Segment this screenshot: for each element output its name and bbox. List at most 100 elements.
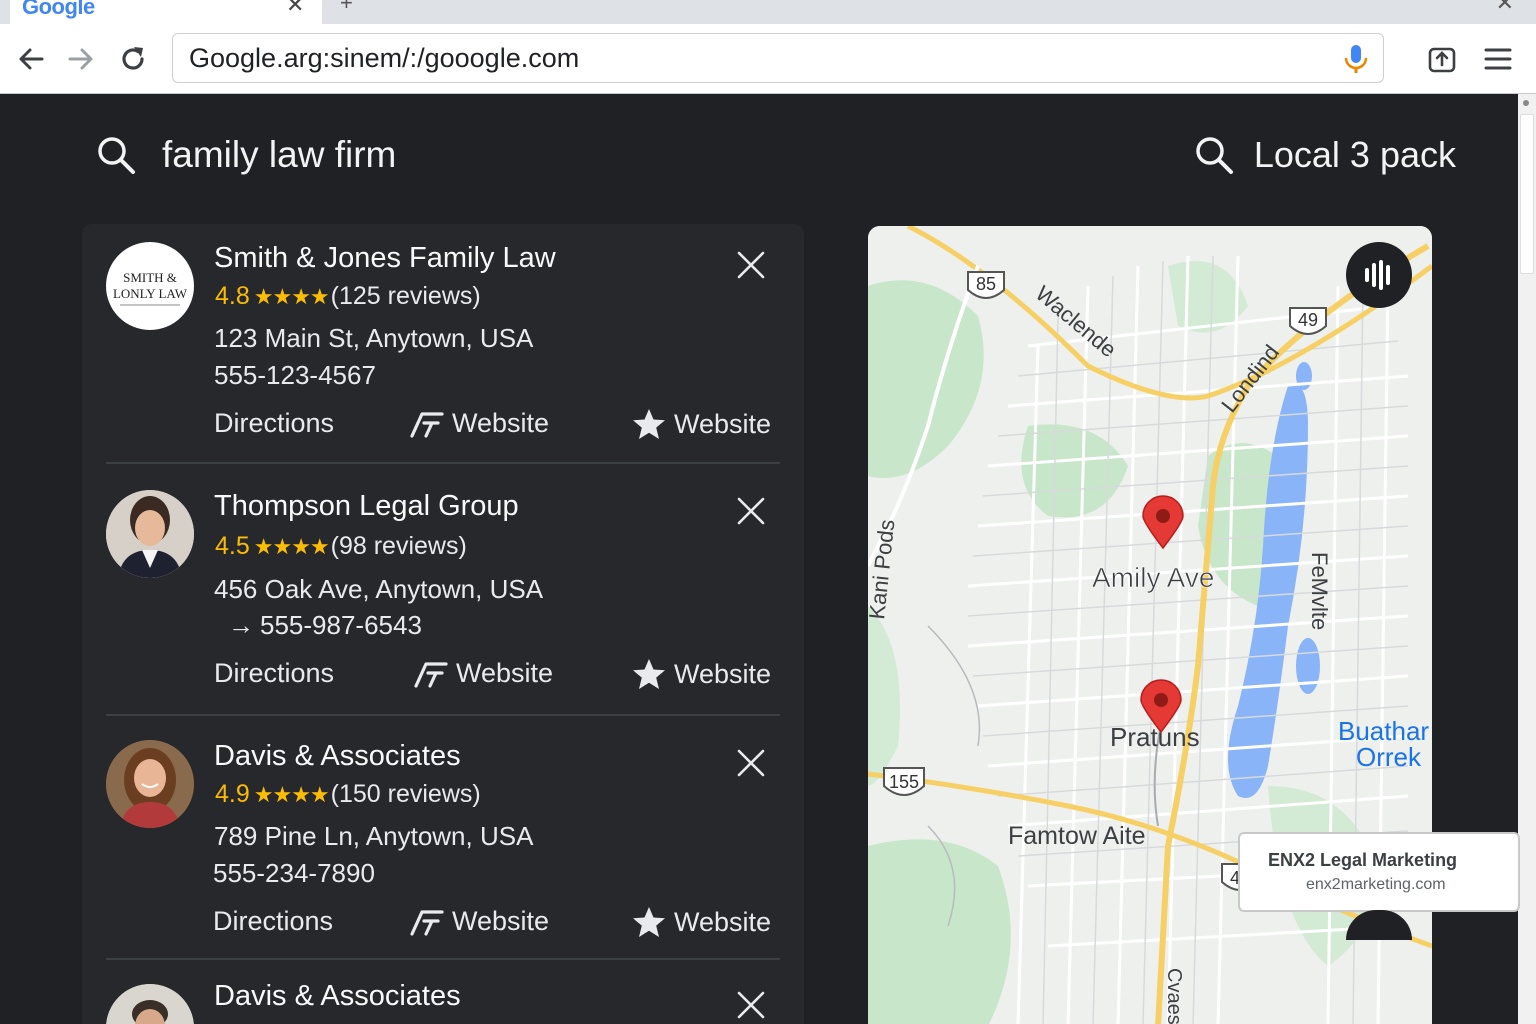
star-rating-icon: ★★★★ <box>253 283 330 309</box>
review-count[interactable]: (125 reviews) <box>331 282 481 311</box>
firm-phone[interactable]: → 555-987-6543 <box>214 610 422 641</box>
route-label: 85 <box>976 274 996 294</box>
microphone-icon[interactable] <box>1343 44 1369 74</box>
website-arrow-icon <box>410 909 444 936</box>
save-website-button[interactable]: Website <box>632 408 771 440</box>
firm-address: 789 Pine Ln, Anytown, USA <box>214 821 534 851</box>
route-shield-49: 49 <box>1289 307 1327 335</box>
tab-close-icon[interactable]: ✕ <box>286 0 304 18</box>
review-count[interactable]: (150 reviews) <box>331 780 481 809</box>
watermark-title: ENX2 Legal Marketing <box>1268 850 1458 870</box>
browser-toolbar: Google.arg:sinem/:/gooogle.com <box>0 24 1536 94</box>
firm-name[interactable]: Davis & Associates <box>214 980 461 1013</box>
search-bar[interactable]: family law firm <box>96 134 396 176</box>
scrollbar[interactable] <box>1518 94 1536 1024</box>
star-rating-icon: ★★★★ <box>253 781 330 807</box>
website-label: Website <box>674 408 772 439</box>
firm-phone[interactable]: 555-234-7890 <box>213 858 375 889</box>
search-query[interactable]: family law firm <box>162 134 396 176</box>
website-arrow-icon <box>414 661 448 688</box>
close-icon[interactable] <box>736 496 766 526</box>
result-divider <box>106 462 780 464</box>
rating-value: 4.9 <box>215 780 250 808</box>
rating: 4.8 ★★★★ (125 reviews) <box>215 282 481 311</box>
attorney-avatar <box>106 984 194 1024</box>
close-icon[interactable] <box>736 990 766 1020</box>
voice-search-button[interactable] <box>1346 242 1412 308</box>
back-button[interactable] <box>14 41 48 77</box>
route-label: 49 <box>1298 310 1318 330</box>
phone-number[interactable]: 555-987-6543 <box>260 610 422 640</box>
watermark-url[interactable]: enx2marketing.com <box>1306 876 1446 894</box>
close-icon[interactable] <box>736 748 766 778</box>
street-label: FeMvlte <box>1307 552 1332 630</box>
window-close-icon[interactable]: ✕ <box>1496 0 1514 16</box>
forward-button[interactable] <box>64 41 98 77</box>
local-pack-header[interactable]: Local 3 pack <box>1194 134 1456 176</box>
result-divider <box>106 714 780 716</box>
result-card[interactable]: SMITH & LONLY LAW Smith & Jones Family L… <box>82 224 804 470</box>
website-label: Website <box>674 906 772 937</box>
directions-button[interactable]: Directions <box>213 906 333 937</box>
save-website-button[interactable]: Website <box>632 906 771 938</box>
place-label: Pratuns <box>1110 722 1200 752</box>
rating-value: 4.8 <box>215 282 250 310</box>
review-count[interactable]: (98 reviews) <box>331 532 467 561</box>
directions-label: Directions <box>214 408 335 438</box>
search-icon <box>98 137 135 174</box>
firm-address: 456 Oak Ave, Anytown, USA <box>214 574 544 604</box>
route-shield-155: 155 <box>883 767 925 796</box>
tab-strip: Google ✕ + ✕ <box>0 0 1536 24</box>
place-label: Famtow Aite <box>1008 822 1146 850</box>
address-bar[interactable]: Google.arg:sinem/:/gooogle.com <box>172 33 1384 83</box>
phone-arrow-icon: → <box>228 610 254 640</box>
place-label: Orrek <box>1356 742 1422 772</box>
menu-button[interactable] <box>1480 41 1516 77</box>
address-text[interactable]: Google.arg:sinem/:/gooogle.com <box>189 43 579 74</box>
arrow-left-icon <box>19 48 44 70</box>
scroll-up-icon[interactable] <box>1523 100 1529 106</box>
result-actions: Directions Website Website <box>214 408 780 448</box>
result-divider <box>106 958 780 960</box>
result-actions: Directions Website Website <box>213 906 780 946</box>
result-card[interactable]: Thompson Legal Group 4.5 ★★★★ (98 review… <box>82 472 804 720</box>
place-label: Amily Ave <box>1092 562 1214 593</box>
result-card[interactable]: Davis & Associates <box>82 966 804 1024</box>
website-label: Website <box>452 408 550 438</box>
share-button[interactable] <box>1424 41 1460 77</box>
arrow-right-icon <box>68 48 93 70</box>
directions-label: Directions <box>214 658 335 688</box>
website-button[interactable]: Website <box>414 658 553 689</box>
rating: 4.5 ★★★★ (98 reviews) <box>215 532 467 561</box>
rating: 4.9 ★★★★ (150 reviews) <box>215 780 481 809</box>
scroll-thumb[interactable] <box>1520 114 1534 274</box>
close-icon[interactable] <box>736 250 766 280</box>
sound-wave-icon <box>1365 260 1390 290</box>
firm-address: 123 Main St, Anytown, USA <box>214 323 534 353</box>
website-button[interactable]: Website <box>410 906 549 937</box>
reload-button[interactable] <box>116 41 150 77</box>
watermark-badge[interactable]: ENX2 Legal Marketing enx2marketing.com <box>1238 832 1520 912</box>
directions-label: Directions <box>213 906 334 936</box>
route-shield-85: 85 <box>967 271 1005 299</box>
star-icon <box>633 659 665 689</box>
firm-name[interactable]: Davis & Associates <box>214 740 461 773</box>
website-button[interactable]: Website <box>410 408 549 439</box>
new-tab-icon[interactable]: + <box>340 0 353 16</box>
attorney-avatar <box>106 490 194 578</box>
save-website-button[interactable]: Website <box>632 658 771 690</box>
rating-value: 4.5 <box>215 532 250 560</box>
star-icon <box>633 907 665 937</box>
website-label: Website <box>456 658 554 688</box>
local-results-list: SMITH & LONLY LAW Smith & Jones Family L… <box>82 224 804 1024</box>
local-pack-label: Local 3 pack <box>1253 134 1456 175</box>
website-label: Website <box>452 906 550 936</box>
website-arrow-icon <box>410 411 444 438</box>
directions-button[interactable]: Directions <box>214 408 334 439</box>
tab-title: Google <box>22 0 95 19</box>
result-card[interactable]: Davis & Associates 4.9 ★★★★ (150 reviews… <box>82 722 804 966</box>
firm-name[interactable]: Smith & Jones Family Law <box>214 242 556 275</box>
firm-name[interactable]: Thompson Legal Group <box>214 490 519 523</box>
firm-phone[interactable]: 555-123-4567 <box>214 360 376 391</box>
directions-button[interactable]: Directions <box>214 658 334 689</box>
